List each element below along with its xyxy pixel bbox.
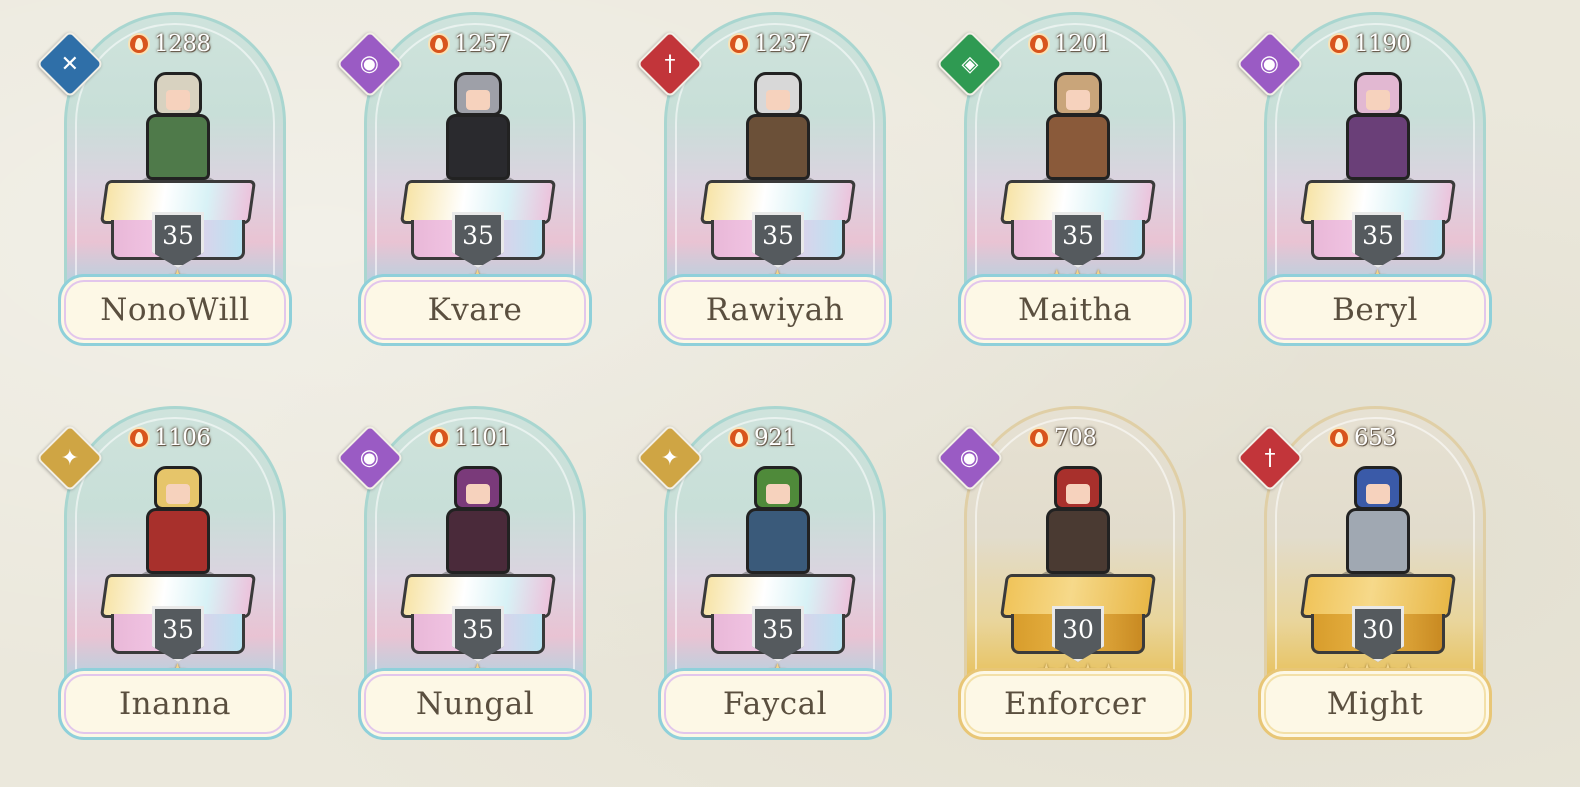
flame-icon [1028,427,1050,449]
hero-grid: ✕ 1288 35 ★ NonoWill ◉ 1257 35 ★ Kvare †… [0,0,1580,787]
hero-card-enforcer[interactable]: ◉ 708 30 ★★★★ Enforcer [936,406,1198,746]
hero-name-plate: NonoWill [58,274,292,346]
hero-sprite [430,454,526,584]
hero-sprite [1330,454,1426,584]
hero-name-plate: Nungal [358,668,592,740]
hero-card-nonowill[interactable]: ✕ 1288 35 ★ NonoWill [36,12,298,352]
hero-card-maitha[interactable]: ◈ 1201 35 ★★★ Maitha [936,12,1198,352]
power-display: 1237 [728,28,811,60]
hero-sprite [130,60,226,190]
hero-name-plate: Faycal [658,668,892,740]
power-display: 653 [1328,422,1397,454]
flame-icon [428,33,450,55]
flame-icon [428,427,450,449]
flame-icon [128,33,150,55]
hero-name-plate: Rawiyah [658,274,892,346]
flame-icon [728,427,750,449]
power-display: 1101 [428,422,511,454]
hero-card-inanna[interactable]: ✦ 1106 35 ★ Inanna [36,406,298,746]
hero-card-kvare[interactable]: ◉ 1257 35 ★ Kvare [336,12,598,352]
hero-card-rawiyah[interactable]: † 1237 35 ★ Rawiyah [636,12,898,352]
hero-sprite [430,60,526,190]
power-display: 1190 [1328,28,1411,60]
flame-icon [728,33,750,55]
hero-name-plate: Inanna [58,668,292,740]
hero-card-nungal[interactable]: ◉ 1101 35 ★ Nungal [336,406,598,746]
hero-sprite [1330,60,1426,190]
hero-sprite [1030,60,1126,190]
hero-sprite [730,60,826,190]
hero-card-faycal[interactable]: ✦ 921 35 ★ Faycal [636,406,898,746]
hero-name-plate: Might [1258,668,1492,740]
flame-icon [128,427,150,449]
hero-card-might[interactable]: † 653 30 ★★★★ Might [1236,406,1498,746]
hero-name-plate: Beryl [1258,274,1492,346]
hero-sprite [730,454,826,584]
power-display: 1106 [128,422,211,454]
power-display: 1201 [1028,28,1111,60]
hero-name-plate: Maitha [958,274,1192,346]
power-display: 921 [728,422,797,454]
power-display: 1257 [428,28,511,60]
flame-icon [1028,33,1050,55]
hero-sprite [130,454,226,584]
hero-name-plate: Enforcer [958,668,1192,740]
flame-icon [1328,427,1350,449]
power-display: 1288 [128,28,211,60]
power-display: 708 [1028,422,1097,454]
flame-icon [1328,33,1350,55]
hero-name-plate: Kvare [358,274,592,346]
hero-sprite [1030,454,1126,584]
hero-card-beryl[interactable]: ◉ 1190 35 ★ Beryl [1236,12,1498,352]
